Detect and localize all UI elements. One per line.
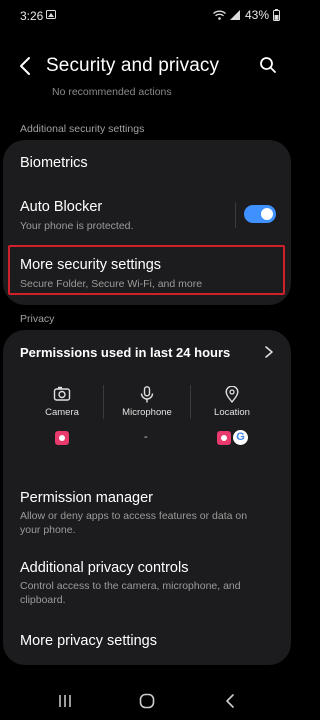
- status-right: 43%: [213, 8, 280, 22]
- divider: [235, 202, 236, 228]
- additional-privacy-controls-item[interactable]: Additional privacy controls Control acce…: [3, 552, 291, 614]
- scrolled-row: No recommended actions: [0, 84, 294, 102]
- google-icon: G: [233, 430, 248, 445]
- auto-blocker-toggle[interactable]: [244, 205, 276, 223]
- section-label-additional-security: Additional security settings: [20, 123, 145, 135]
- camera-app-icon: [217, 431, 231, 445]
- signal-icon: [229, 10, 240, 20]
- camera-label: Camera: [45, 407, 79, 418]
- location-icon: [225, 386, 239, 403]
- permissions-used-row[interactable]: Permissions used in last 24 hours: [3, 330, 291, 374]
- location-column[interactable]: Location: [192, 386, 272, 418]
- additional-privacy-title: Additional privacy controls: [20, 560, 189, 576]
- chevron-right-icon: [265, 346, 273, 358]
- privacy-card: Permissions used in last 24 hours Camera…: [3, 330, 291, 665]
- recent-apps-icon[interactable]: [58, 694, 72, 708]
- gallery-notification-icon: [46, 10, 56, 19]
- microphone-icon: [140, 386, 154, 403]
- divider: [190, 385, 191, 419]
- divider: [103, 385, 104, 419]
- back-nav-icon[interactable]: [225, 693, 235, 709]
- biometrics-item[interactable]: Biometrics: [3, 140, 291, 186]
- camera-icon: [53, 386, 71, 401]
- biometrics-label: Biometrics: [20, 155, 88, 171]
- permission-manager-item[interactable]: Permission manager Allow or deny apps to…: [3, 480, 291, 542]
- search-icon[interactable]: [256, 53, 280, 77]
- faded-status-text: No recommended actions: [52, 86, 172, 98]
- location-label: Location: [214, 407, 250, 418]
- microphone-label: Microphone: [122, 407, 172, 418]
- more-privacy-settings-item[interactable]: More privacy settings: [3, 620, 291, 662]
- back-arrow-icon[interactable]: [14, 54, 38, 78]
- permissions-title: Permissions used in last 24 hours: [20, 345, 231, 360]
- status-time: 3:26: [20, 9, 44, 23]
- camera-column[interactable]: Camera: [22, 386, 102, 418]
- navigation-bar: [0, 690, 294, 720]
- wifi-icon: [213, 10, 226, 20]
- camera-app-icon: [55, 431, 69, 445]
- microphone-value: -: [144, 431, 148, 443]
- auto-blocker-subtitle: Your phone is protected.: [20, 220, 134, 232]
- more-privacy-title: More privacy settings: [20, 633, 157, 649]
- battery-icon: [273, 9, 280, 21]
- additional-privacy-subtitle: Control access to the camera, microphone…: [20, 580, 241, 606]
- home-icon[interactable]: [139, 693, 155, 709]
- page-title: Security and privacy: [46, 55, 220, 76]
- permission-manager-title: Permission manager: [20, 490, 153, 506]
- microphone-column[interactable]: Microphone: [107, 386, 187, 418]
- highlight-box: [8, 245, 285, 295]
- status-bar: 3:26 43%: [0, 0, 294, 32]
- permission-manager-subtitle: Allow or deny apps to access features or…: [20, 510, 248, 536]
- section-label-privacy: Privacy: [20, 313, 55, 325]
- battery-percent: 43%: [244, 8, 269, 22]
- auto-blocker-title: Auto Blocker: [20, 199, 103, 215]
